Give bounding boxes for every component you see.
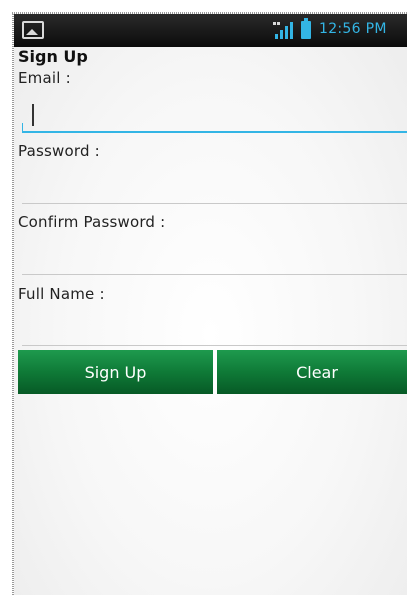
confirm-password-label: Confirm Password : — [18, 213, 166, 231]
confirm-password-input[interactable] — [22, 242, 407, 274]
battery-icon — [301, 18, 311, 39]
confirm-password-field[interactable] — [22, 242, 407, 275]
password-field[interactable] — [22, 171, 407, 204]
password-input[interactable] — [22, 171, 407, 203]
full-name-label: Full Name : — [18, 285, 105, 303]
photo-icon — [22, 21, 44, 39]
full-name-input[interactable] — [22, 313, 407, 345]
full-name-field[interactable] — [22, 313, 407, 346]
sign-up-button[interactable]: Sign Up — [18, 350, 213, 394]
password-label: Password : — [18, 142, 100, 160]
email-field[interactable] — [22, 99, 407, 133]
status-time: 12:56 PM — [319, 21, 387, 37]
app-screen: 12:56 PM Sign Up Email : Password : Conf… — [14, 14, 407, 595]
email-label: Email : — [18, 69, 71, 87]
email-input[interactable] — [22, 99, 407, 131]
clear-button[interactable]: Clear — [217, 350, 407, 394]
signal-icon — [273, 22, 293, 39]
text-cursor — [32, 104, 34, 126]
page-title: Sign Up — [18, 47, 88, 66]
status-bar: 12:56 PM — [14, 14, 407, 47]
